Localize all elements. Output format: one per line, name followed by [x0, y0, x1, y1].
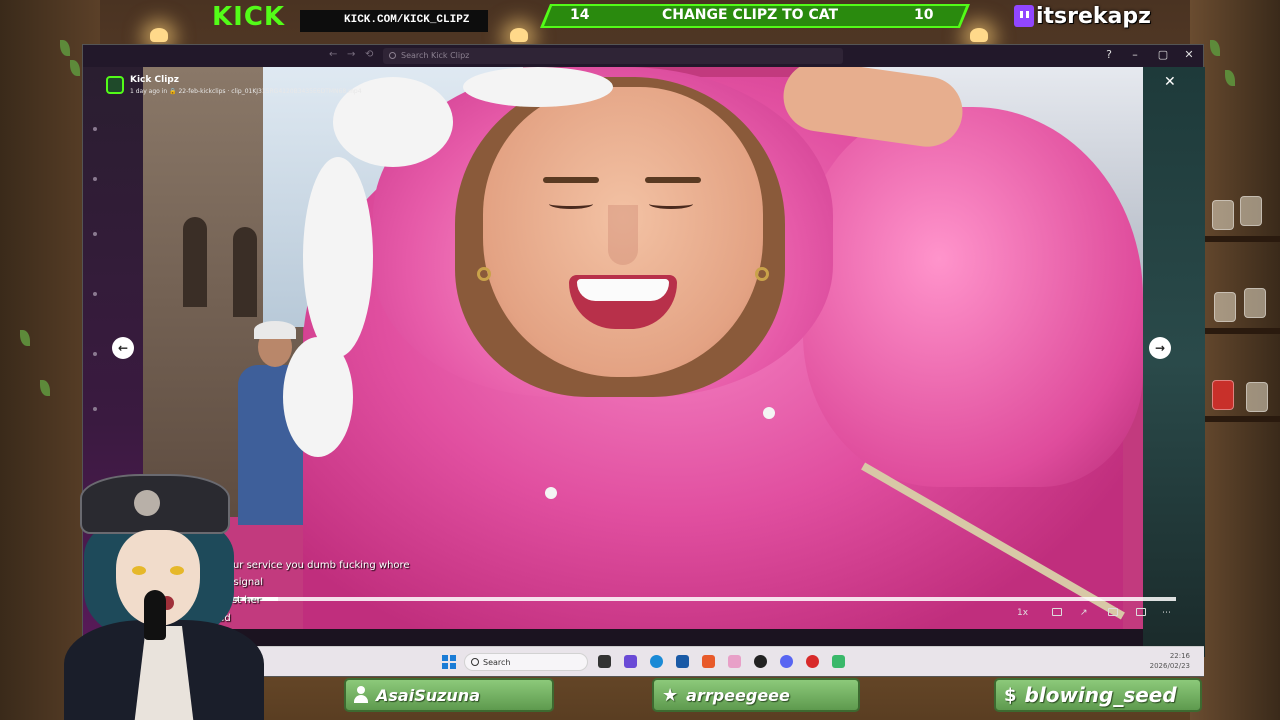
lamp-icon [970, 28, 988, 42]
foam [303, 157, 373, 357]
latest-donor-name: blowing_seed [1024, 683, 1177, 707]
vote-count-left: 14 [570, 7, 590, 23]
vote-count-right: 10 [914, 7, 934, 23]
taskbar-search-label: Search [483, 658, 511, 667]
more-options-icon[interactable]: ⋯ [1162, 608, 1171, 618]
lamp-icon [510, 28, 528, 42]
search-icon [389, 52, 396, 59]
twitch-icon [1014, 5, 1034, 27]
forward-icon[interactable]: → [347, 49, 355, 60]
kick-channel-url: KICK.COM/KICK_CLIPZ [300, 10, 488, 32]
foam [283, 337, 353, 457]
playback-speed[interactable]: 1x [1017, 608, 1028, 618]
foam [545, 487, 557, 499]
sidebar-item[interactable] [93, 127, 97, 131]
captions-icon[interactable] [1052, 608, 1062, 619]
pip-icon[interactable] [1136, 608, 1146, 619]
media-viewer[interactable] [143, 67, 1143, 629]
previous-arrow-icon[interactable]: ← [112, 337, 134, 359]
latest-follower-name: AsaiSuzuna [376, 685, 480, 705]
shelf [1200, 328, 1280, 334]
system-clock[interactable]: 22:16 2026/02/23 [1150, 651, 1190, 671]
person-icon [354, 686, 368, 704]
lamp-icon [150, 28, 168, 42]
clock-date: 2026/02/23 [1149, 662, 1190, 670]
latest-donor-tag: $ blowing_seed [994, 678, 1202, 712]
sidebar-item[interactable] [93, 232, 97, 236]
details-pane [1143, 67, 1205, 657]
kick-clipz-app-icon [106, 76, 124, 94]
task-view-icon[interactable] [598, 655, 611, 668]
viewer-file-meta: 1 day ago in 🔒 22-feb-kickclips · clip_0… [130, 88, 362, 95]
start-menu-icon[interactable] [442, 655, 456, 669]
window-search-input[interactable]: Search Kick Clipz [383, 48, 843, 64]
jar-icon [1214, 292, 1236, 322]
streamer-handle-text: itsrekapz [1036, 3, 1151, 29]
jar-icon [1246, 382, 1268, 412]
discord-icon[interactable] [780, 655, 793, 668]
streamer-handle: itsrekapz [1014, 2, 1151, 30]
close-viewer-button[interactable]: ✕ [1164, 74, 1176, 90]
microphone-icon [144, 590, 166, 640]
close-window-button[interactable]: ✕ [1181, 48, 1197, 61]
copilot-icon[interactable] [624, 655, 637, 668]
history-icon[interactable]: ⟲ [365, 49, 373, 60]
dollar-icon: $ [1004, 684, 1017, 706]
jar-icon [1212, 200, 1234, 230]
latest-subscriber-tag: ★ arrpeegeee [652, 678, 860, 712]
app-icon[interactable] [832, 655, 845, 668]
jar-icon [1240, 196, 1262, 226]
app-icon[interactable] [728, 655, 741, 668]
app-icon[interactable] [806, 655, 819, 668]
stream-scene: KICK KICK.COM/KICK_CLIPZ 14 CHANGE CLIPZ… [0, 0, 1280, 720]
window-search-placeholder: Search Kick Clipz [401, 51, 470, 60]
shelf [1200, 416, 1280, 422]
clock-time: 22:16 [1169, 652, 1190, 660]
jar-icon [1244, 288, 1266, 318]
sidebar-item[interactable] [93, 292, 97, 296]
latest-follower-tag: AsaiSuzuna [344, 678, 554, 712]
sidebar-item[interactable] [93, 177, 97, 181]
vtuber-avatar [44, 470, 274, 720]
next-arrow-icon[interactable]: → [1149, 337, 1171, 359]
foam [763, 407, 775, 419]
minimize-button[interactable]: – [1127, 48, 1143, 61]
sidepanel-icon[interactable] [1108, 608, 1118, 619]
jar-icon [1212, 380, 1234, 410]
maximize-button[interactable]: ▢ [1155, 48, 1171, 61]
brave-icon[interactable] [702, 655, 715, 668]
vote-title: CHANGE CLIPZ TO CAT [661, 7, 839, 23]
taskbar-search-input[interactable]: Search [464, 653, 588, 671]
windows-taskbar: Search 22:16 2026/02/23 [240, 646, 1204, 676]
kick-logo: KICK [212, 2, 286, 32]
obs-icon[interactable] [754, 655, 767, 668]
back-icon[interactable]: ← [329, 49, 337, 60]
search-icon [471, 658, 479, 666]
star-icon: ★ [662, 684, 679, 706]
edge-icon[interactable] [650, 655, 663, 668]
store-icon[interactable] [676, 655, 689, 668]
raised-arm [803, 107, 1143, 487]
help-button[interactable]: ? [1101, 48, 1117, 61]
latest-subscriber-name: arrpeegeee [686, 685, 790, 705]
sidebar-item[interactable] [93, 407, 97, 411]
open-external-icon[interactable]: ↗ [1080, 608, 1088, 618]
foam [463, 67, 613, 107]
sidebar-item[interactable] [93, 352, 97, 356]
skull-icon [134, 490, 160, 516]
title-bar: ← → ⟲ Search Kick Clipz ? – ▢ ✕ [83, 45, 1203, 67]
face [477, 87, 769, 377]
shelf [1200, 236, 1280, 242]
video-progress-bar[interactable] [200, 597, 1176, 601]
viewer-title: Kick Clipz [130, 75, 179, 85]
